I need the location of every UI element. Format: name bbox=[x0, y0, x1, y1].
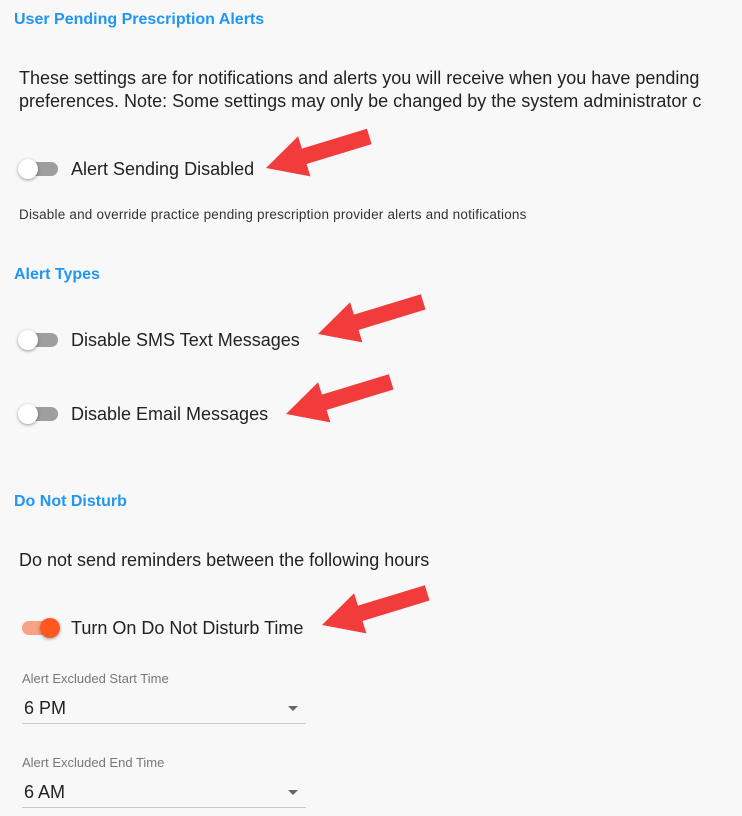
chevron-down-icon bbox=[288, 789, 298, 795]
intro-text-line-2: preferences. Note: Some settings may onl… bbox=[19, 91, 702, 111]
chevron-down-icon bbox=[288, 705, 298, 711]
disable-email-label: Disable Email Messages bbox=[71, 403, 269, 424]
email-toggle-row[interactable]: Disable Email Messages bbox=[18, 402, 268, 426]
do-not-disturb-description: Do not send reminders between the follow… bbox=[19, 550, 430, 570]
end-time-value: 6 AM bbox=[24, 781, 66, 802]
disable-sms-toggle[interactable] bbox=[18, 328, 60, 352]
sms-toggle-row[interactable]: Disable SMS Text Messages bbox=[18, 328, 300, 352]
toggle-thumb bbox=[18, 330, 38, 350]
red-arrow-icon bbox=[318, 294, 426, 343]
start-time-value: 6 PM bbox=[24, 697, 67, 718]
disable-email-toggle[interactable] bbox=[18, 402, 60, 426]
alert-sending-helper-text: Disable and override practice pending pr… bbox=[19, 207, 527, 222]
alert-sending-toggle[interactable] bbox=[18, 157, 60, 181]
page-title: User Pending Prescription Alerts bbox=[14, 11, 265, 28]
red-arrow-icon bbox=[266, 128, 372, 177]
end-time-label: Alert Excluded End Time bbox=[22, 755, 165, 770]
dnd-toggle-row[interactable]: Turn On Do Not Disturb Time bbox=[18, 616, 303, 640]
red-arrow-icon bbox=[286, 374, 394, 423]
do-not-disturb-toggle[interactable] bbox=[18, 616, 60, 640]
red-arrow-icon bbox=[322, 585, 430, 634]
toggle-thumb bbox=[18, 159, 38, 179]
start-time-label: Alert Excluded Start Time bbox=[22, 671, 169, 686]
alert-sending-toggle-row[interactable]: Alert Sending Disabled bbox=[18, 157, 254, 181]
do-not-disturb-title: Do Not Disturb bbox=[14, 493, 127, 510]
end-time-select[interactable]: 6 AM bbox=[22, 777, 306, 808]
alert-types-title: Alert Types bbox=[14, 266, 100, 283]
do-not-disturb-toggle-label: Turn On Do Not Disturb Time bbox=[71, 617, 304, 638]
toggle-thumb bbox=[18, 404, 38, 424]
disable-sms-label: Disable SMS Text Messages bbox=[71, 329, 300, 350]
start-time-select[interactable]: 6 PM bbox=[22, 693, 306, 724]
toggle-thumb bbox=[40, 618, 60, 638]
alert-sending-label: Alert Sending Disabled bbox=[71, 158, 255, 179]
intro-text-line-1: These settings are for notifications and… bbox=[19, 68, 700, 88]
